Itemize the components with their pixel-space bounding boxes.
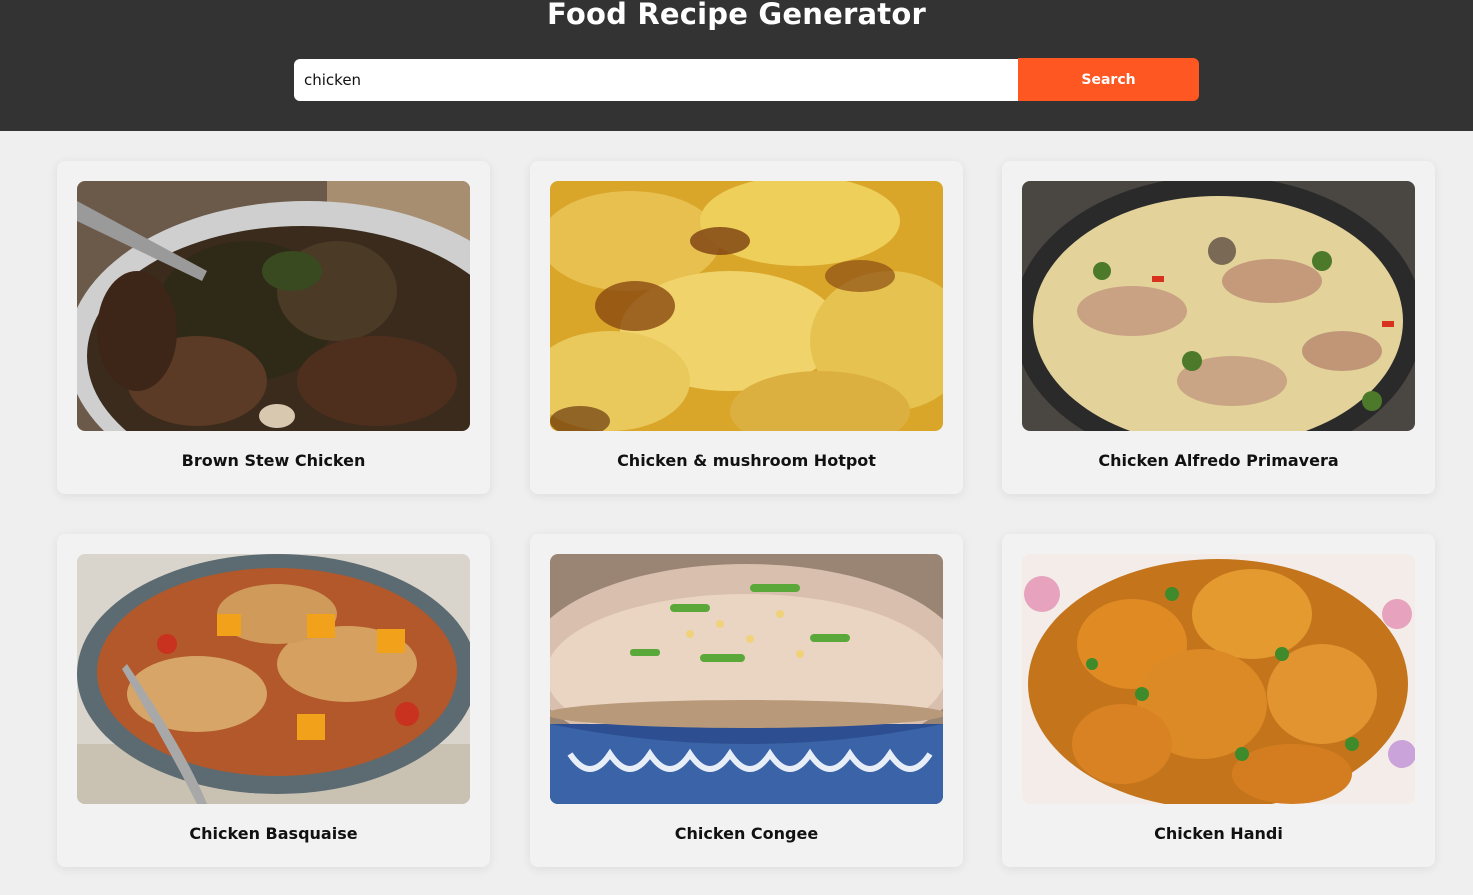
recipe-card[interactable]: Chicken & mushroom Hotpot bbox=[530, 161, 963, 494]
recipe-image[interactable] bbox=[550, 181, 943, 431]
header-bar: Food Recipe Generator Search bbox=[0, 0, 1473, 131]
recipe-card[interactable]: Chicken Basquaise bbox=[57, 534, 490, 867]
recipe-title: Chicken Handi bbox=[1154, 824, 1283, 843]
recipe-title: Chicken & mushroom Hotpot bbox=[617, 451, 876, 470]
recipe-title: Brown Stew Chicken bbox=[181, 451, 366, 470]
app-title: Food Recipe Generator bbox=[547, 0, 926, 31]
recipe-image[interactable] bbox=[1022, 181, 1415, 431]
recipe-image[interactable] bbox=[77, 181, 470, 431]
recipe-image[interactable] bbox=[77, 554, 470, 804]
recipe-image[interactable] bbox=[550, 554, 943, 804]
recipe-title: Chicken Alfredo Primavera bbox=[1098, 451, 1339, 470]
chicken-handi-photo bbox=[1022, 554, 1415, 804]
recipe-card[interactable]: Brown Stew Chicken bbox=[57, 161, 490, 494]
brown-stew-chicken-photo bbox=[77, 181, 470, 431]
recipe-image[interactable] bbox=[1022, 554, 1415, 804]
recipe-card[interactable]: Chicken Congee bbox=[530, 534, 963, 867]
recipe-title: Chicken Basquaise bbox=[189, 824, 358, 843]
search-button[interactable]: Search bbox=[1018, 58, 1199, 101]
chicken-basquaise-photo bbox=[77, 554, 470, 804]
chicken-mushroom-hotpot-photo bbox=[550, 181, 943, 431]
recipe-card[interactable]: Chicken Alfredo Primavera bbox=[1002, 161, 1435, 494]
chicken-alfredo-primavera-photo bbox=[1022, 181, 1415, 431]
recipe-title: Chicken Congee bbox=[674, 824, 819, 843]
search-input[interactable] bbox=[294, 59, 1018, 101]
chicken-congee-photo bbox=[550, 554, 943, 804]
recipe-card[interactable]: Chicken Handi bbox=[1002, 534, 1435, 867]
